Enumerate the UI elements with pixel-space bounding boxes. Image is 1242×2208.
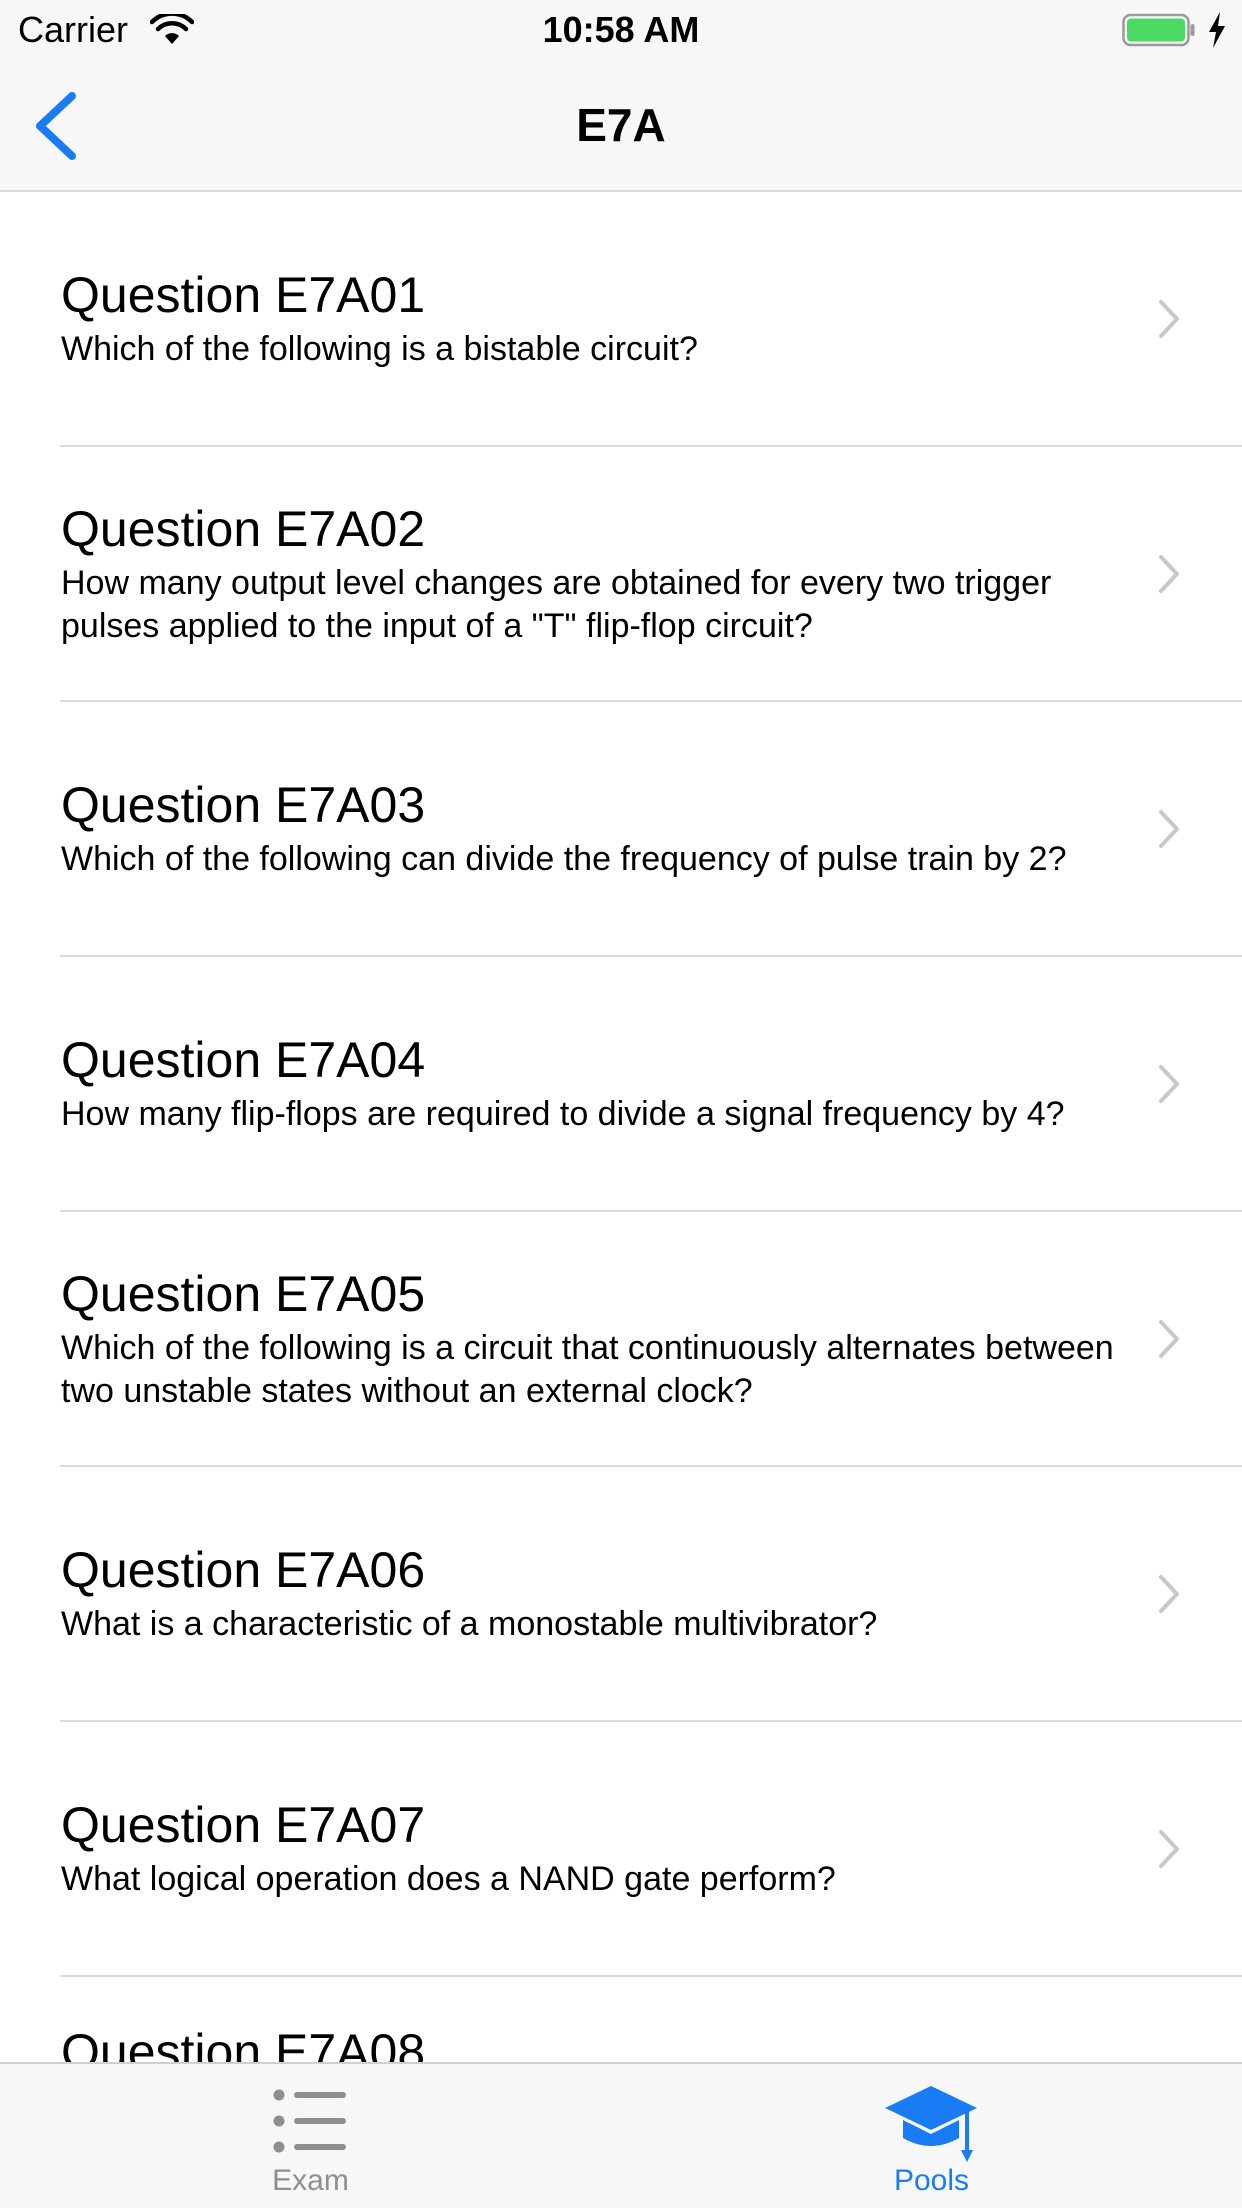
- page-title: E7A: [576, 99, 666, 151]
- question-title: Question E7A05: [61, 1265, 426, 1322]
- chevron-right-icon: [1159, 555, 1179, 593]
- question-list: Question E7A01 Which of the following is…: [0, 192, 1242, 2062]
- tab-pools[interactable]: Pools: [621, 2064, 1242, 2208]
- question-row[interactable]: Question E7A06 What is a characteristic …: [0, 1467, 1242, 1722]
- tab-exam[interactable]: Exam: [0, 2064, 621, 2208]
- chevron-right-icon: [1159, 1320, 1179, 1358]
- chevron-right-icon: [1159, 1830, 1179, 1868]
- question-text: What is a characteristic of a monostable…: [61, 1605, 878, 1643]
- question-row[interactable]: Question E7A03 Which of the following ca…: [0, 702, 1242, 957]
- question-text: Which of the following can divide the fr…: [61, 840, 1067, 878]
- question-title: Question E7A04: [61, 1032, 426, 1088]
- charging-bolt-icon: [1209, 12, 1225, 48]
- question-row[interactable]: Question E7A02 How many output level cha…: [0, 447, 1242, 702]
- chevron-right-icon: [1159, 810, 1179, 848]
- question-title: Question E7A06: [61, 1542, 426, 1598]
- question-title: Question E7A03: [61, 777, 426, 833]
- question-title: Question E7A02: [61, 500, 426, 557]
- screen: Carrier 10:58 AM E7A Question E7A01 Whic…: [0, 0, 1242, 2208]
- question-row[interactable]: Question E7A04 How many flip-flops are r…: [0, 957, 1242, 1212]
- question-text: How many flip-flops are required to divi…: [61, 1095, 1065, 1133]
- list-icon: [273, 2089, 346, 2153]
- tab-bar: Exam Pools: [0, 2062, 1242, 2208]
- chevron-right-icon: [1159, 1065, 1179, 1103]
- chevron-right-icon: [1159, 300, 1179, 338]
- question-row[interactable]: Question E7A01 Which of the following is…: [0, 192, 1242, 447]
- status-time: 10:58 AM: [542, 9, 700, 50]
- question-row[interactable]: Question E7A08: [0, 1977, 1242, 2062]
- question-row[interactable]: Question E7A05 Which of the following is…: [0, 1212, 1242, 1467]
- question-title: Question E7A08: [61, 2024, 426, 2062]
- chevron-right-icon: [1159, 1575, 1179, 1613]
- question-text: Which of the following is a bistable cir…: [61, 330, 698, 368]
- question-row[interactable]: Question E7A07 What logical operation do…: [0, 1722, 1242, 1977]
- question-title: Question E7A01: [61, 267, 426, 323]
- question-text: What logical operation does a NAND gate …: [61, 1860, 836, 1898]
- tab-exam-label: Exam: [272, 2164, 349, 2197]
- question-text: Which of the following is a circuit that…: [61, 1328, 1114, 1410]
- graduation-cap-icon: [885, 2086, 977, 2162]
- question-text: How many output level changes are obtain…: [61, 563, 1052, 645]
- tab-pools-label: Pools: [893, 2164, 970, 2197]
- battery-icon: [1122, 13, 1195, 47]
- status-bar: Carrier 10:58 AM: [0, 0, 1242, 60]
- navigation-bar: E7A: [0, 60, 1242, 192]
- question-title: Question E7A07: [61, 1797, 426, 1853]
